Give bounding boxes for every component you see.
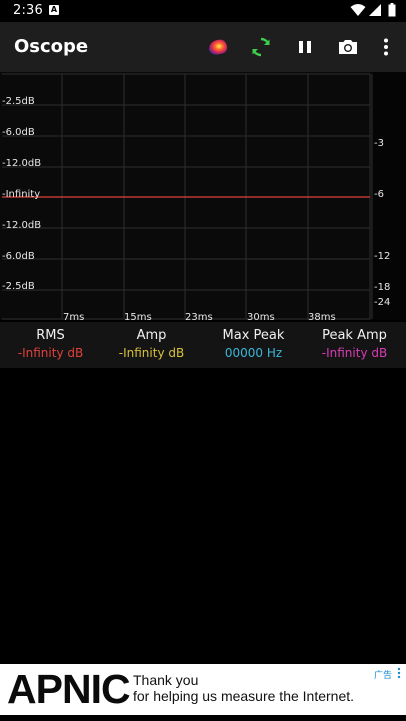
time-label: 15ms	[124, 312, 152, 320]
left-label: -2.5dB	[2, 281, 35, 292]
ad-text: Thank you for helping us measure the Int…	[133, 672, 354, 704]
pause-icon[interactable]	[293, 35, 317, 59]
ad-options-icon[interactable]	[397, 667, 401, 679]
readout-label: RMS	[36, 328, 65, 343]
readout-label: Max Peak	[222, 328, 285, 343]
color-palette-icon[interactable]	[206, 35, 230, 59]
right-label: -24	[374, 297, 390, 308]
status-bar: 2:36 A	[0, 0, 406, 22]
ad-logo: APNIC	[7, 666, 131, 712]
readout-rms: RMS -Infinity dB	[0, 328, 101, 361]
right-label: -3	[374, 138, 384, 149]
time-label: 30ms	[247, 312, 275, 320]
time-label: 23ms	[185, 312, 213, 320]
readout-value: -Infinity dB	[321, 346, 388, 360]
refresh-icon[interactable]	[249, 35, 273, 59]
app-screen: 2:36 A Oscope -2.5dB -6.0dB -12.0dB -Inf…	[0, 0, 406, 721]
navigation-bar	[0, 715, 406, 721]
wifi-icon	[350, 4, 366, 16]
left-label: -6.0dB	[2, 251, 35, 262]
readout-value: 00000 Hz	[224, 346, 283, 360]
readout-value: -Infinity dB	[17, 346, 84, 360]
notification-glyph: A	[50, 5, 58, 14]
status-time: 2:36	[13, 3, 43, 18]
empty-content-area	[0, 368, 406, 664]
time-label: 38ms	[308, 312, 336, 320]
ad-line-1: Thank you	[133, 672, 199, 688]
readout-amp: Amp -Infinity dB	[101, 328, 202, 361]
battery-icon	[388, 3, 396, 17]
right-label: -18	[374, 282, 390, 293]
scope-graph: -2.5dB -6.0dB -12.0dB -Infinity -12.0dB …	[0, 72, 406, 320]
left-label: -2.5dB	[2, 96, 35, 107]
readout-peak-amp: Peak Amp -Infinity dB	[304, 328, 405, 361]
camera-icon[interactable]	[336, 35, 360, 59]
readout-panel: RMS -Infinity dB Amp -Infinity dB Max Pe…	[0, 322, 406, 368]
ad-line-2: for helping us measure the Internet.	[133, 688, 355, 704]
left-label: -6.0dB	[2, 127, 35, 138]
left-label: -Infinity	[2, 189, 40, 200]
ad-banner[interactable]: APNIC Thank you for helping us measure t…	[0, 664, 406, 715]
readout-max-peak: Max Peak 00000 Hz	[203, 328, 304, 361]
readout-label: Amp	[136, 328, 167, 343]
readout-label: Peak Amp	[322, 328, 387, 343]
app-title: Oscope	[14, 36, 89, 57]
ad-label: 广告	[373, 671, 392, 681]
left-label: -12.0dB	[2, 220, 41, 231]
more-vert-icon[interactable]	[374, 35, 398, 59]
notification-icon: A	[49, 5, 59, 15]
signal-icon	[369, 4, 381, 16]
right-label: -12	[374, 251, 390, 262]
right-label: -6	[374, 189, 384, 200]
readout-value: -Infinity dB	[118, 346, 185, 360]
left-label: -12.0dB	[2, 158, 41, 169]
time-label: 7ms	[63, 312, 84, 320]
oscilloscope-display[interactable]: -2.5dB -6.0dB -12.0dB -Infinity -12.0dB …	[0, 72, 406, 320]
app-bar: Oscope	[0, 22, 406, 72]
